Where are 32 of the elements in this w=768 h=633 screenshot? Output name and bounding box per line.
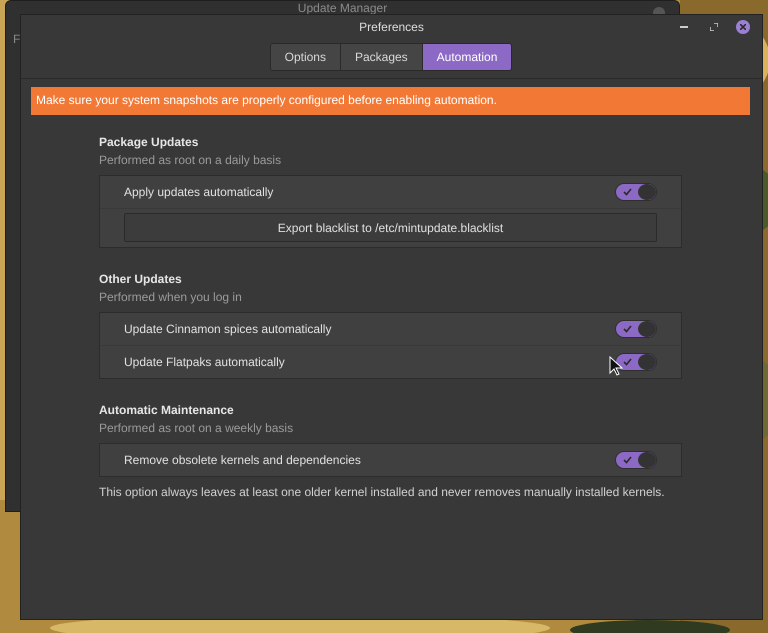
export-button[interactable]: Export blacklist to /etc/mintupdate.blacklist bbox=[124, 213, 657, 242]
pointer-icon bbox=[609, 356, 623, 376]
section-title: Automatic Maintenance bbox=[99, 403, 235, 417]
tab[interactable]: Options bbox=[270, 43, 341, 71]
check-icon bbox=[623, 188, 632, 196]
window-title: Update Manager bbox=[298, 2, 388, 14]
check-icon bbox=[623, 456, 632, 464]
minimize-icon bbox=[680, 26, 688, 28]
setting-label: Update Cinnamon spices automatically bbox=[124, 322, 332, 336]
toggle-switch[interactable] bbox=[615, 451, 657, 469]
warning-banner: Make sure your system snapshots are properly configured before enabling automation. bbox=[31, 87, 750, 115]
check-icon bbox=[623, 358, 632, 366]
menu-item[interactable]: F bbox=[13, 32, 20, 46]
tab[interactable]: Automation bbox=[422, 43, 512, 71]
close-icon bbox=[740, 24, 746, 30]
setting-label: Apply updates automatically bbox=[124, 185, 274, 199]
note-text: This option always leaves at least one older kernel installed and never removes manually installed kernels. bbox=[99, 485, 666, 499]
toggle-switch[interactable] bbox=[615, 183, 657, 201]
setting-label: Remove obsolete kernels and dependencies bbox=[124, 453, 361, 467]
section-subtitle: Performed as root on a daily basis bbox=[99, 153, 282, 167]
tab[interactable]: Packages bbox=[340, 43, 423, 71]
toggle-switch[interactable] bbox=[615, 320, 657, 338]
section-title: Other Updates bbox=[99, 272, 183, 286]
section-subtitle: Performed as root on a weekly basis bbox=[99, 421, 294, 435]
section-title: Package Updates bbox=[99, 135, 200, 149]
close-button[interactable] bbox=[736, 20, 750, 34]
restore-icon bbox=[710, 23, 718, 31]
toggle-switch[interactable] bbox=[615, 353, 657, 371]
section-subtitle: Performed when you log in bbox=[99, 290, 243, 304]
window-title: Preferences bbox=[359, 20, 424, 34]
check-icon bbox=[623, 325, 632, 333]
setting-label: Update Flatpaks automatically bbox=[124, 355, 285, 369]
